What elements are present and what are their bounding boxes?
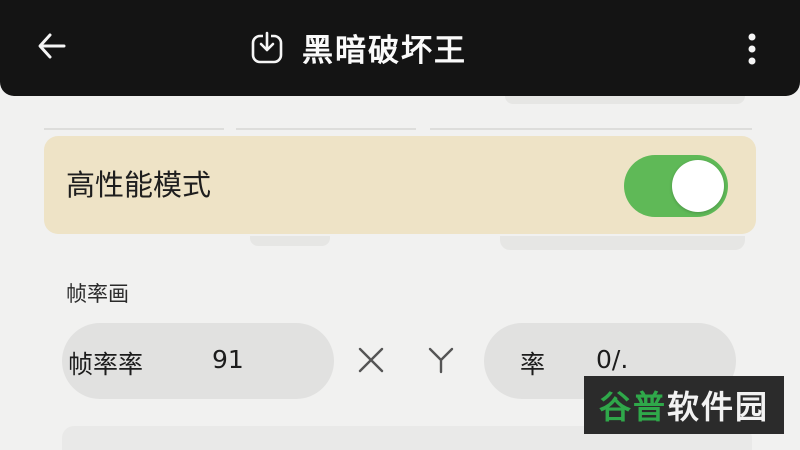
rate-label: 率: [520, 350, 546, 379]
toggle-knob: [672, 160, 724, 212]
divider: [44, 128, 224, 130]
y-symbol-icon[interactable]: [426, 345, 456, 375]
more-vertical-icon: [748, 33, 756, 65]
watermark-text-green: 谷普: [598, 388, 667, 426]
watermark-text-white: 软件园: [667, 388, 770, 426]
title-group: 黑暗破坏王: [250, 22, 467, 72]
performance-mode-label: 高性能模式: [66, 168, 212, 202]
arrow-left-icon: [38, 33, 66, 59]
frame-rate-label: 帧率率: [68, 350, 144, 379]
performance-mode-row[interactable]: 高性能模式: [44, 136, 756, 234]
watermark-logo: 谷普 软件园: [584, 376, 784, 434]
frame-rate-field[interactable]: 帧率率 91: [62, 323, 334, 399]
background-ghost-shape: [250, 236, 330, 246]
download-icon: [251, 31, 283, 64]
top-app-bar: 黑暗破坏王: [0, 0, 800, 96]
frame-section-label: 帧率画: [66, 282, 129, 306]
page-title: 黑暗破坏王: [302, 32, 467, 69]
more-options-button[interactable]: [728, 25, 776, 73]
divider: [236, 128, 416, 130]
background-ghost-shape: [505, 96, 745, 104]
background-ghost-shape: [500, 236, 745, 250]
performance-mode-toggle[interactable]: [624, 155, 728, 217]
back-button[interactable]: [28, 22, 76, 70]
x-symbol-icon[interactable]: [356, 345, 386, 375]
rate-value: 0/.: [596, 345, 629, 374]
frame-rate-value: 91: [212, 345, 244, 374]
divider: [430, 128, 752, 130]
